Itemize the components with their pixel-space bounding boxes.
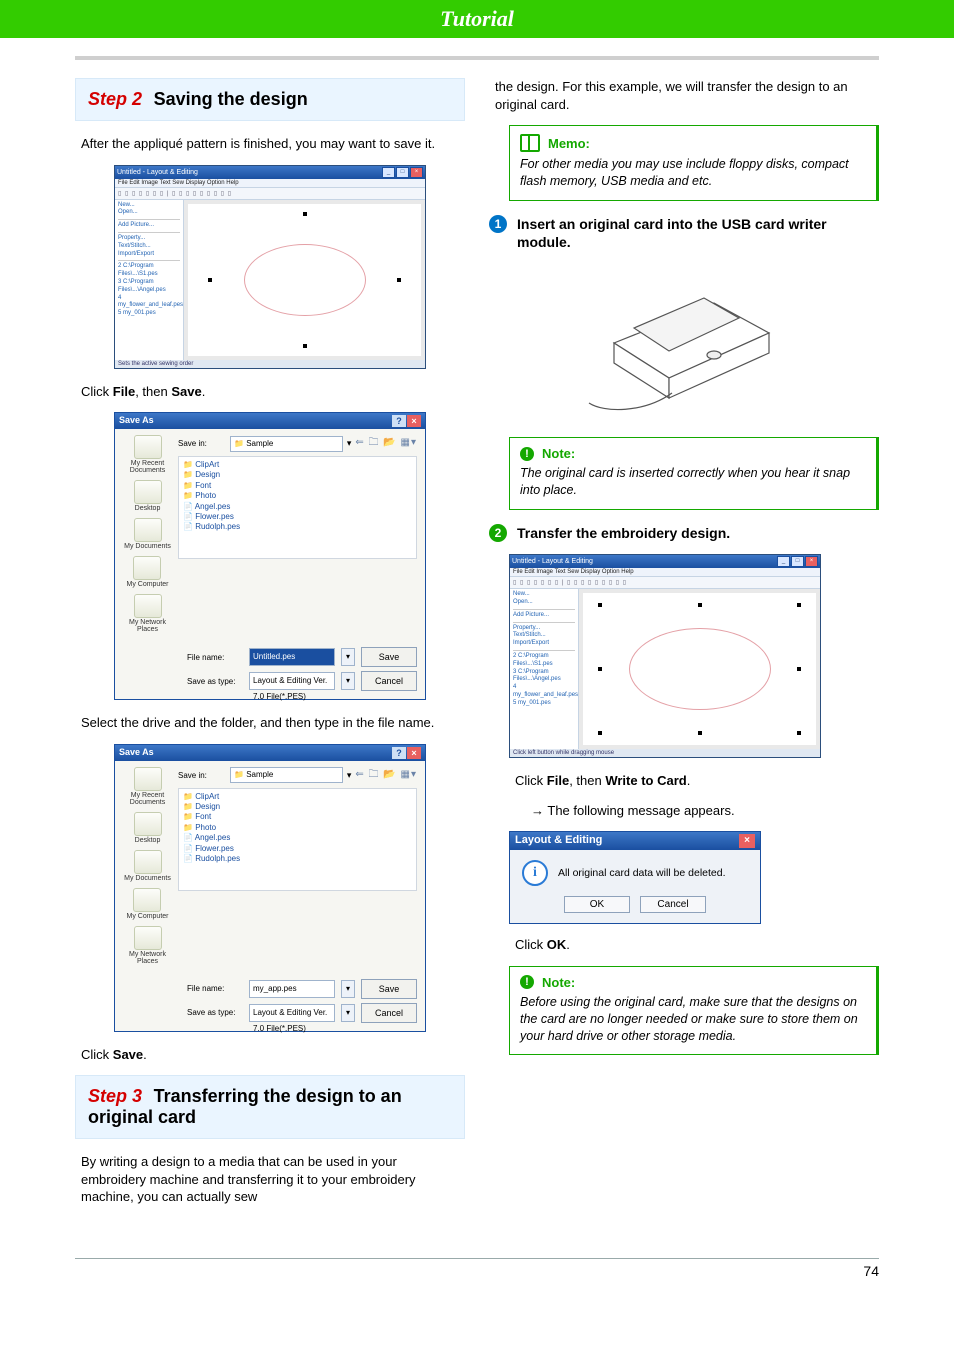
save-as-dialog-2: Save As ?× My Recent Documents Desktop M… — [114, 744, 426, 1032]
msgbox-close[interactable]: × — [739, 834, 755, 848]
app-screenshot-1: Untitled - Layout & Editing _□× File Edi… — [114, 165, 426, 369]
right-column: the design. For this example, we will tr… — [489, 78, 879, 1218]
memo-callout: Memo: For other media you may use includ… — [509, 125, 879, 201]
note-icon-2: ! — [520, 975, 534, 989]
dialog-toolbar[interactable]: ⇐ 🗀 📂 ▦▾ — [355, 435, 417, 452]
msgbox-cancel[interactable]: Cancel — [640, 896, 706, 913]
continuation-text: the design. For this example, we will tr… — [489, 78, 879, 113]
step3-body: By writing a design to a media that can … — [75, 1153, 465, 1206]
window-buttons: _□× — [381, 167, 423, 178]
memo-body: For other media you may use include flop… — [520, 156, 866, 190]
filename-label: File name: — [187, 653, 243, 662]
app-file-menu: New... Open... Add Picture... Property..… — [115, 200, 184, 360]
step-bullet-1: 1 — [489, 215, 507, 233]
instr-click-write: Click File, then Write to Card. — [509, 772, 879, 790]
savein-label: Save in: — [178, 439, 226, 448]
step2-heading: Step 2 Saving the design — [75, 78, 465, 121]
confirm-dialog: Layout & Editing × i All original card d… — [509, 831, 761, 924]
header-rule — [75, 56, 879, 60]
save-button[interactable]: Save — [361, 647, 417, 667]
instr-click-ok: Click OK. — [509, 936, 879, 954]
save-as-dialog-1: Save As ?× My Recent Documents Desktop M… — [114, 412, 426, 700]
step2-title: Saving the design — [154, 89, 308, 109]
dialog-title: Save As — [119, 415, 154, 427]
app-screenshot-2: Untitled - Layout & Editing _□× File Edi… — [509, 554, 821, 758]
instr-click-file-save: Click File, then Save. — [75, 383, 465, 401]
step-text-2: Transfer the embroidery design. — [517, 524, 879, 542]
filename-field[interactable]: Untitled.pes — [249, 648, 335, 666]
note-icon: ! — [520, 447, 534, 461]
step-text-1: Insert an original card into the USB car… — [517, 215, 879, 251]
app-canvas — [188, 204, 421, 356]
card-writer-illustration — [574, 263, 794, 423]
app-status: Sets the active sewing order — [115, 360, 425, 368]
filename-field-2[interactable]: my_app.pes — [249, 980, 335, 998]
app-title: Untitled - Layout & Editing — [117, 169, 198, 176]
note-title-1: Note: — [542, 446, 575, 461]
note-callout-2: ! Note: Before using the original card, … — [509, 966, 879, 1056]
savein-dropdown[interactable]: ▾ — [347, 438, 352, 449]
cancel-button[interactable]: Cancel — [361, 671, 417, 691]
left-column: Step 2 Saving the design After the appli… — [75, 78, 465, 1218]
step3-heading: Step 3 Transferring the design to an ori… — [75, 1075, 465, 1139]
msgbox-title: Layout & Editing — [515, 834, 602, 848]
step2-intro: After the appliqué pattern is finished, … — [75, 135, 465, 153]
info-icon: i — [522, 860, 548, 886]
numbered-step-2: 2 Transfer the embroidery design. — [489, 524, 879, 542]
instr-following: The following message appears. — [509, 802, 879, 820]
note-body-1: The original card is inserted correctly … — [520, 465, 866, 499]
note-callout-1: ! Note: The original card is inserted co… — [509, 437, 879, 510]
note-title-2: Note: — [542, 975, 575, 990]
save-button-2[interactable]: Save — [361, 979, 417, 999]
instr-click-save: Click Save. — [75, 1046, 465, 1064]
savetype-label: Save as type: — [187, 677, 243, 686]
step3-label: Step 3 — [88, 1086, 142, 1106]
cancel-button-2[interactable]: Cancel — [361, 1003, 417, 1023]
savein-field[interactable]: 📁 Sample — [230, 436, 343, 452]
msgbox-ok[interactable]: OK — [564, 896, 630, 913]
numbered-step-1: 1 Insert an original card into the USB c… — [489, 215, 879, 251]
memo-icon — [520, 134, 540, 152]
step-bullet-2: 2 — [489, 524, 507, 542]
instr-select-drive: Select the drive and the folder, and the… — [75, 714, 465, 732]
msgbox-text: All original card data will be deleted. — [558, 867, 726, 879]
savetype-field[interactable]: Layout & Editing Ver. 7.0 File(*.PES) — [249, 672, 335, 690]
app-toolbar: ▯ ▯ ▯ ▯ ▯ ▯ ▯ | ▯ ▯ ▯ ▯ ▯ ▯ ▯ ▯ ▯ — [115, 188, 425, 200]
page-number: 74 — [0, 1259, 954, 1299]
note-body-2: Before using the original card, make sur… — [520, 994, 866, 1045]
file-list[interactable]: ClipArt Design Font Photo Angel.pes Flow… — [178, 456, 417, 559]
memo-title: Memo: — [548, 136, 590, 151]
page-header: Tutorial — [0, 0, 954, 38]
app-menu: File Edit Image Text Sew Display Option … — [115, 179, 425, 188]
step2-label: Step 2 — [88, 89, 142, 109]
